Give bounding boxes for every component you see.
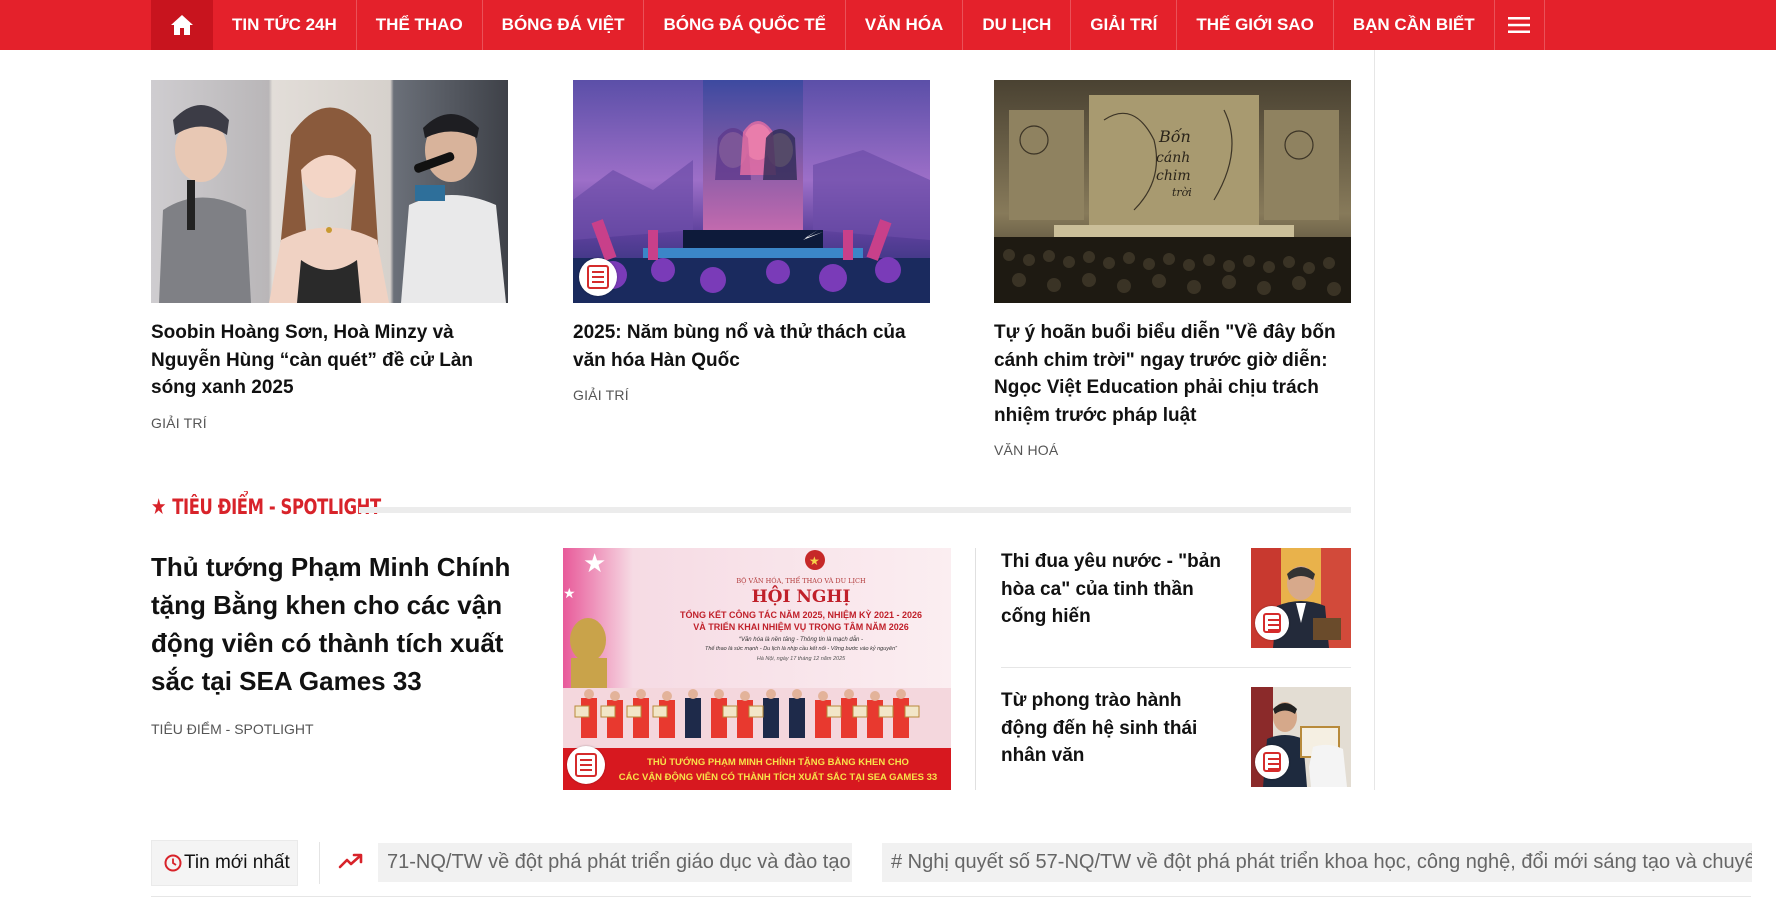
side-article-title[interactable]: Thi đua yêu nước - "bản hòa ca" của tinh… — [1001, 548, 1226, 631]
section-title[interactable]: ★ TIÊU ĐIỂM - SPOTLIGHT — [151, 495, 381, 520]
featured-image-line1: TỔNG KẾT CÔNG TÁC NĂM 2025, NHIỆM KỲ 202… — [680, 609, 922, 620]
trending-icon — [338, 853, 363, 869]
article-card[interactable]: Bốn cánh chim trời Tự ý hoãn buổi biểu d… — [994, 80, 1351, 458]
svg-text:trời: trời — [1172, 186, 1192, 199]
article-thumbnail[interactable] — [573, 80, 930, 303]
latest-news-label: Tin mới nhất — [184, 852, 290, 873]
nav-item-the-gioi-sao[interactable]: THẾ GIỚI SAO — [1177, 0, 1334, 50]
article-title[interactable]: Soobin Hoàng Sơn, Hoà Minzy và Nguyễn Hù… — [151, 319, 508, 402]
nav-item-the-thao[interactable]: THỂ THAO — [357, 0, 483, 50]
column-divider — [1374, 50, 1375, 790]
nav-item-tin-tuc-24h[interactable]: TIN TỨC 24H — [213, 0, 357, 50]
nav-item-giai-tri[interactable]: GIẢI TRÍ — [1071, 0, 1178, 50]
ticker-divider — [319, 842, 320, 884]
svg-text:Bốn: Bốn — [1158, 127, 1191, 146]
bao-logo-icon — [1255, 745, 1289, 779]
side-article-thumbnail[interactable] — [1251, 548, 1351, 648]
svg-text:★: ★ — [583, 548, 606, 578]
bao-logo-icon — [579, 258, 617, 296]
featured-image[interactable]: ★ ★ ★ BỘ VĂN HÓA, THỂ THAO VÀ DU LỊCH HỘ… — [563, 548, 951, 790]
featured-title[interactable]: Thủ tướng Phạm Minh Chính tặng Bằng khen… — [151, 548, 521, 700]
nav-menu: TIN TỨC 24H THỂ THAO BÓNG ĐÁ VIỆT BÓNG Đ… — [151, 0, 1545, 50]
article-title[interactable]: Tự ý hoãn buổi biểu diễn "Về đây bốn cán… — [994, 319, 1351, 429]
latest-news-button[interactable]: Tin mới nhất — [151, 840, 298, 886]
star-icon: ★ — [151, 494, 167, 520]
nav-item-van-hoa[interactable]: VĂN HÓA — [846, 0, 964, 50]
section-header: ★ TIÊU ĐIỂM - SPOTLIGHT — [151, 494, 1351, 520]
svg-text:cánh: cánh — [1156, 150, 1190, 166]
section-rule — [359, 507, 1351, 513]
featured-image-date: Hà Nội, ngày 17 tháng 12 năm 2025 — [757, 656, 846, 662]
article-category[interactable]: VĂN HOÁ — [994, 442, 1351, 458]
article-card[interactable]: Soobin Hoàng Sơn, Hoà Minzy và Nguyễn Hù… — [151, 80, 508, 431]
top-nav-bar: TIN TỨC 24H THỂ THAO BÓNG ĐÁ VIỆT BÓNG Đ… — [0, 0, 1776, 50]
column-separator — [975, 548, 976, 790]
nav-item-bong-da-viet[interactable]: BÓNG ĐÁ VIỆT — [483, 0, 645, 50]
featured-category[interactable]: TIÊU ĐIỂM - SPOTLIGHT — [151, 721, 314, 737]
svg-text:chim: chim — [1156, 168, 1191, 184]
svg-text:★: ★ — [809, 554, 820, 568]
bao-logo-icon — [1255, 606, 1289, 640]
news-ticker: Tin mới nhất 71-NQ/TW về đột phá phát tr… — [151, 830, 1776, 890]
bao-logo-icon — [567, 746, 605, 784]
featured-image-slogan1: “Văn hóa là nền tảng - Thông tin là mạch… — [739, 636, 863, 643]
article-category[interactable]: GIẢI TRÍ — [573, 387, 930, 403]
article-title[interactable]: 2025: Năm bùng nổ và thử thách của văn h… — [573, 319, 930, 374]
article-thumbnail[interactable] — [151, 80, 508, 303]
featured-image-heading: HỘI NGHỊ — [752, 586, 851, 607]
side-article-title[interactable]: Từ phong trào hành động đến hệ sinh thái… — [1001, 687, 1226, 770]
nav-item-du-lich[interactable]: DU LỊCH — [963, 0, 1072, 50]
featured-image-banner1: THỦ TƯỚNG PHẠM MINH CHÍNH TẶNG BẰNG KHEN… — [647, 756, 909, 768]
section-title-text: TIÊU ĐIỂM - SPOTLIGHT — [172, 495, 381, 519]
article-thumbnail[interactable]: Bốn cánh chim trời — [994, 80, 1351, 303]
side-article-thumbnail[interactable] — [1251, 687, 1351, 787]
ticker-tag[interactable]: # Nghị quyết số 57-NQ/TW về đột phá phát… — [882, 843, 1752, 882]
clock-icon — [164, 854, 182, 872]
featured-image-banner2: CÁC VẬN ĐỘNG VIÊN CÓ THÀNH TÍCH XUẤT SẮC… — [619, 771, 937, 783]
featured-image-ministry: BỘ VĂN HÓA, THỂ THAO VÀ DU LỊCH — [736, 575, 866, 585]
svg-text:★: ★ — [563, 585, 576, 601]
featured-image-line2: VÀ TRIỂN KHAI NHIỆM VỤ TRỌNG TÂM NĂM 202… — [693, 621, 909, 632]
side-separator — [1001, 667, 1351, 668]
ticker-tag[interactable]: 71-NQ/TW về đột phá phát triển giáo dục … — [378, 843, 852, 882]
hamburger-menu-icon[interactable] — [1495, 0, 1545, 50]
featured-image-slogan2: Thể thao là sức mạnh - Du lịch là nhịp c… — [705, 645, 898, 652]
home-icon[interactable] — [151, 0, 213, 50]
nav-item-ban-can-biet[interactable]: BẠN CẦN BIẾT — [1334, 0, 1495, 50]
ticker-bottom-rule — [151, 896, 1751, 897]
article-card[interactable]: 2025: Năm bùng nổ và thử thách của văn h… — [573, 80, 930, 403]
nav-item-bong-da-quoc-te[interactable]: BÓNG ĐÁ QUỐC TẾ — [644, 0, 846, 50]
article-category[interactable]: GIẢI TRÍ — [151, 415, 508, 431]
